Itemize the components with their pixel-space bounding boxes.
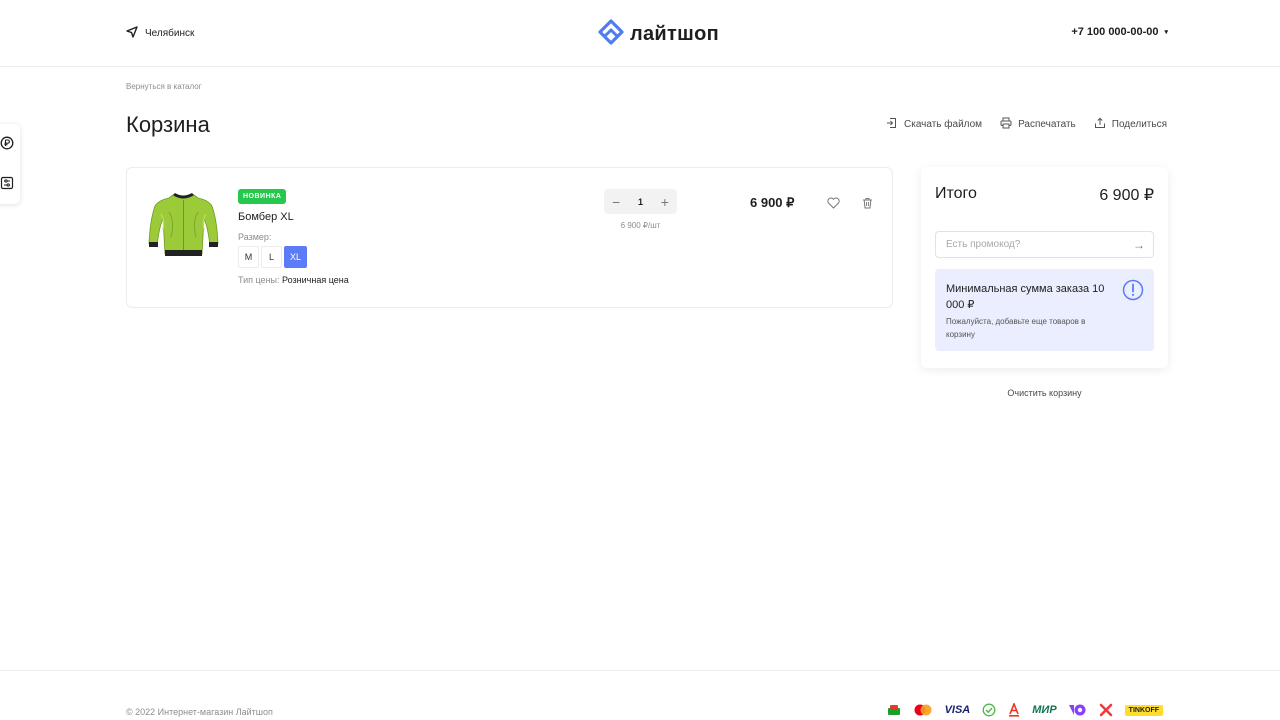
size-option-l[interactable]: L: [261, 246, 282, 268]
price-type-label: Тип цены:: [238, 275, 280, 285]
visa-icon: VISA: [944, 704, 971, 716]
footer: © 2022 Интернет-магазин Лайтшоп VISA МИР…: [0, 670, 1280, 720]
qiwi-x-icon: [1099, 703, 1113, 717]
page-title: Корзина: [126, 112, 210, 137]
clear-cart-button[interactable]: Очистить корзину: [921, 388, 1168, 398]
chevron-down-icon: ▾: [1164, 29, 1168, 36]
promo-code-field: →: [935, 231, 1154, 258]
print-button[interactable]: Распечатать: [1000, 117, 1076, 132]
notice-text: Пожалуйста, добавьте еще товаров в корзи…: [946, 317, 1086, 339]
download-file-label: Скачать файлом: [904, 119, 983, 130]
size-label: Размер:: [238, 232, 272, 242]
summary-label: Итого: [935, 185, 977, 202]
back-to-catalog-link[interactable]: Вернуться в каталог: [126, 82, 202, 91]
product-name[interactable]: Бомбер XL: [238, 211, 294, 223]
print-label: Распечатать: [1018, 119, 1076, 130]
printer-icon: [1000, 117, 1012, 132]
phone-number: +7 100 000-00-00: [1071, 26, 1159, 38]
decrease-quantity-button[interactable]: −: [612, 195, 620, 209]
logo-icon: [598, 19, 624, 50]
size-option-xl[interactable]: XL: [284, 246, 307, 268]
side-floating-panel: [0, 124, 20, 204]
download-file-icon: [886, 117, 898, 132]
yoomoney-icon: [1068, 704, 1087, 716]
logo-text: лайтшоп: [630, 23, 719, 45]
price-type-value: Розничная цена: [282, 275, 349, 285]
sberbank-icon: [887, 704, 901, 716]
heart-icon[interactable]: [827, 196, 840, 214]
tinkoff-icon: TINKOFF: [1124, 704, 1163, 716]
copyright: © 2022 Интернет-магазин Лайтшоп: [126, 707, 273, 717]
arrow-right-icon[interactable]: →: [1133, 238, 1145, 252]
notice-title: Минимальная сумма заказа 10 000 ₽: [946, 283, 1105, 311]
header: Челябинск лайтшоп +7 100 000-00-00 ▾: [0, 0, 1280, 67]
cart-actions: Скачать файлом Распечатать Поделиться: [886, 117, 1167, 132]
size-option-m[interactable]: M: [238, 246, 259, 268]
share-button[interactable]: Поделиться: [1094, 117, 1167, 132]
unit-price: 6 900 ₽/шт: [620, 221, 661, 230]
trash-icon[interactable]: [862, 196, 873, 214]
mastercard-icon: [913, 704, 933, 716]
summary-total: 6 900 ₽: [1099, 187, 1154, 204]
share-icon: [1094, 117, 1106, 132]
location-arrow-icon: [126, 26, 138, 41]
order-summary: Итого 6 900 ₽ → Минимальная сумма заказа…: [921, 167, 1168, 368]
logo[interactable]: лайтшоп: [598, 19, 719, 50]
filter-settings-icon[interactable]: [0, 176, 14, 190]
download-file-button[interactable]: Скачать файлом: [886, 117, 982, 132]
alfa-bank-icon: [1008, 703, 1020, 717]
product-image[interactable]: [147, 192, 220, 260]
mir-icon: МИР: [1032, 704, 1057, 716]
share-label: Поделиться: [1111, 119, 1167, 130]
promo-code-input[interactable]: [944, 238, 1133, 251]
increase-quantity-button[interactable]: +: [661, 195, 669, 209]
quantity-stepper: − 1 +: [604, 189, 677, 214]
phone-dropdown[interactable]: +7 100 000-00-00 ▾: [1071, 26, 1168, 38]
cart-item-card: НОВИНКА Бомбер XL Размер: M L XL Тип цен…: [126, 167, 893, 308]
exclamation-circle-icon: [1122, 279, 1144, 306]
new-badge: НОВИНКА: [238, 189, 287, 204]
city-name: Челябинск: [145, 28, 195, 39]
quantity-value[interactable]: 1: [638, 197, 643, 207]
city-selector[interactable]: Челябинск: [126, 26, 194, 41]
min-order-notice: Минимальная сумма заказа 10 000 ₽ Пожалу…: [935, 269, 1154, 351]
currency-icon[interactable]: [0, 136, 14, 150]
price-type: Тип цены: Розничная цена: [238, 275, 349, 285]
sbp-check-icon: [982, 703, 996, 717]
item-total-price: 6 900 ₽: [750, 195, 795, 210]
payment-methods: VISA МИР TINKOFF: [887, 703, 1163, 717]
size-options: M L XL: [238, 246, 307, 268]
